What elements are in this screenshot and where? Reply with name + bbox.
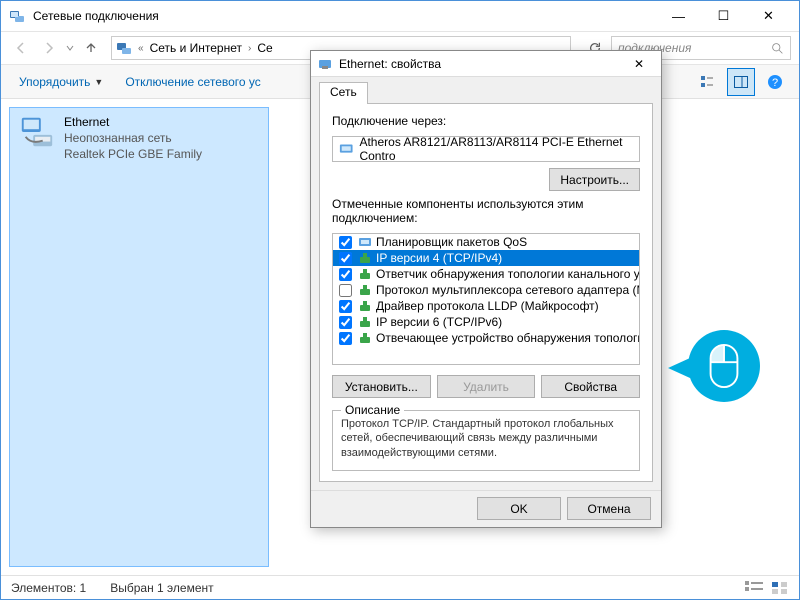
protocol-icon: [358, 331, 372, 345]
ok-button[interactable]: OK: [477, 497, 561, 520]
adapter-name-text: Atheros AR8121/AR8113/AR8114 PCI-E Ether…: [359, 135, 633, 163]
title-bar: Сетевые подключения — ☐ ✕: [1, 1, 799, 31]
component-checkbox[interactable]: [339, 316, 352, 329]
nic-icon: [339, 142, 353, 156]
dialog-title: Ethernet: свойства: [339, 57, 623, 71]
window-title: Сетевые подключения: [33, 9, 656, 23]
minimize-button[interactable]: —: [656, 2, 701, 30]
dialog-title-bar: Ethernet: свойства ✕: [311, 51, 661, 77]
components-list[interactable]: Планировщик пакетов QoS IP версии 4 (TCP/…: [332, 233, 640, 365]
status-bar: Элементов: 1 Выбран 1 элемент: [1, 575, 799, 599]
configure-button[interactable]: Настроить...: [549, 168, 640, 191]
network-connections-icon: [9, 8, 25, 24]
component-item[interactable]: IP версии 4 (TCP/IPv4): [333, 250, 639, 266]
components-label: Отмеченные компоненты используются этим …: [332, 197, 640, 225]
properties-button[interactable]: Свойства: [541, 375, 640, 398]
component-checkbox[interactable]: [339, 300, 352, 313]
breadcrumb-part1[interactable]: Сеть и Интернет: [150, 41, 242, 55]
nav-back-button[interactable]: [9, 36, 33, 60]
breadcrumb-sep: «: [138, 43, 144, 54]
component-item[interactable]: Ответчик обнаружения топологии канальног…: [333, 266, 639, 282]
tab-panel-network: Подключение через: Atheros AR8121/AR8113…: [319, 103, 653, 482]
component-checkbox[interactable]: [339, 332, 352, 345]
ethernet-icon: [317, 56, 333, 72]
protocol-icon: [358, 267, 372, 281]
component-checkbox[interactable]: [339, 268, 352, 281]
disable-device-button[interactable]: Отключение сетевого ус: [117, 71, 268, 93]
description-group: Описание Протокол TCP/IP. Стандартный пр…: [332, 410, 640, 471]
component-label: Драйвер протокола LLDP (Майкрософт): [376, 299, 599, 313]
details-view-icon[interactable]: [745, 581, 763, 595]
protocol-icon: [358, 299, 372, 313]
dialog-close-button[interactable]: ✕: [623, 52, 655, 76]
component-label: Ответчик обнаружения топологии канальног…: [376, 267, 640, 281]
chevron-right-icon: ›: [248, 43, 251, 54]
component-checkbox[interactable]: [339, 284, 352, 297]
chevron-down-icon: ▼: [94, 77, 103, 87]
status-selected: Выбран 1 элемент: [110, 581, 213, 595]
adapter-item-ethernet[interactable]: Ethernet Неопознанная сеть Realtek PCIe …: [9, 107, 269, 567]
tab-network[interactable]: Сеть: [319, 82, 368, 104]
protocol-icon: [358, 315, 372, 329]
ethernet-properties-dialog: Ethernet: свойства ✕ Сеть Подключение че…: [310, 50, 662, 528]
ethernet-adapter-icon: [18, 114, 56, 152]
protocol-icon: [358, 251, 372, 265]
component-item[interactable]: Протокол мультиплексора сетевого адаптер…: [333, 282, 639, 298]
component-label: Планировщик пакетов QoS: [376, 235, 527, 249]
mouse-icon: [706, 343, 742, 389]
connect-using-label: Подключение через:: [332, 114, 640, 128]
nav-history-chevron-icon[interactable]: [65, 43, 75, 53]
organize-label: Упорядочить: [19, 75, 90, 89]
view-dropdown-button[interactable]: [693, 68, 721, 96]
nav-up-button[interactable]: [79, 36, 103, 60]
component-label: Протокол мультиплексора сетевого адаптер…: [376, 283, 640, 297]
disable-label: Отключение сетевого ус: [125, 75, 260, 89]
status-count: Элементов: 1: [11, 581, 86, 595]
breadcrumb-part2[interactable]: Се: [257, 41, 272, 55]
component-checkbox[interactable]: [339, 236, 352, 249]
description-text: Протокол TCP/IP. Стандартный протокол гл…: [341, 417, 631, 460]
address-folder-icon: [116, 40, 132, 56]
component-item[interactable]: Драйвер протокола LLDP (Майкрософт): [333, 298, 639, 314]
adapter-name-box: Atheros AR8121/AR8113/AR8114 PCI-E Ether…: [332, 136, 640, 162]
component-label: IP версии 6 (TCP/IPv6): [376, 315, 502, 329]
component-item[interactable]: Отвечающее устройство обнаружения тополо…: [333, 330, 639, 346]
component-item[interactable]: Планировщик пакетов QoS: [333, 234, 639, 250]
uninstall-button[interactable]: Удалить: [437, 375, 536, 398]
large-icons-view-icon[interactable]: [771, 581, 789, 595]
nav-forward-button[interactable]: [37, 36, 61, 60]
cancel-button[interactable]: Отмена: [567, 497, 651, 520]
description-legend: Описание: [341, 403, 404, 417]
component-checkbox[interactable]: [339, 252, 352, 265]
protocol-icon: [358, 235, 372, 249]
close-button[interactable]: ✕: [746, 2, 791, 30]
install-button[interactable]: Установить...: [332, 375, 431, 398]
maximize-button[interactable]: ☐: [701, 2, 746, 30]
adapter-status: Неопознанная сеть: [64, 130, 202, 146]
organize-menu[interactable]: Упорядочить ▼: [11, 71, 111, 93]
dialog-footer: OK Отмена: [311, 490, 661, 527]
search-icon: [771, 42, 784, 55]
mouse-callout: [688, 330, 760, 402]
adapter-device: Realtek PCIe GBE Family: [64, 146, 202, 162]
component-item[interactable]: IP версии 6 (TCP/IPv6): [333, 314, 639, 330]
adapter-name: Ethernet: [64, 114, 202, 130]
protocol-icon: [358, 283, 372, 297]
preview-pane-button[interactable]: [727, 68, 755, 96]
component-label: IP версии 4 (TCP/IPv4): [376, 251, 502, 265]
svg-text:?: ?: [772, 77, 778, 89]
component-label: Отвечающее устройство обнаружения тополо…: [376, 331, 640, 345]
help-button[interactable]: ?: [761, 68, 789, 96]
